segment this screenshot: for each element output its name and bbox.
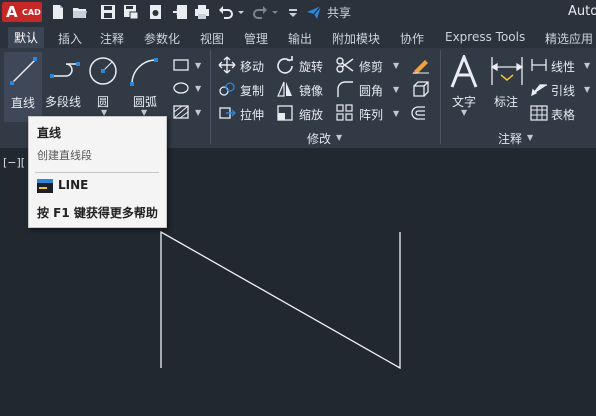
tab-output[interactable]: 输出	[288, 30, 312, 47]
annotation-panel-expand-icon[interactable]: ▼	[527, 133, 533, 142]
tooltip-help: 按 F1 键获得更多帮助	[37, 206, 158, 220]
mirror-icon[interactable]	[276, 80, 294, 98]
stretch-label[interactable]: 拉伸	[240, 106, 264, 123]
explode-icon[interactable]	[411, 80, 431, 98]
tooltip-description: 创建直线段	[37, 149, 92, 162]
tab-collaborate[interactable]: 协作	[400, 30, 424, 47]
redo-dropdown-icon[interactable]	[270, 4, 280, 20]
share-label[interactable]: 共享	[327, 4, 351, 21]
trim-icon[interactable]	[336, 56, 354, 74]
line-label: 直线	[11, 96, 36, 110]
offset-icon[interactable]	[411, 104, 431, 122]
tab-parametric[interactable]: 参数化	[144, 30, 180, 47]
rectangle-icon[interactable]	[172, 58, 190, 72]
panel-separator	[210, 50, 211, 144]
move-icon[interactable]	[218, 56, 236, 74]
table-icon[interactable]	[530, 105, 548, 121]
leader-dropdown-icon[interactable]: ▼	[584, 85, 590, 94]
undo-icon[interactable]	[218, 4, 234, 20]
move-label[interactable]: 移动	[240, 58, 264, 75]
tab-default[interactable]: 默认	[8, 27, 45, 48]
new-file-icon[interactable]	[50, 4, 66, 20]
array-icon[interactable]	[336, 104, 354, 122]
undo-dropdown-icon[interactable]	[236, 4, 246, 20]
app-logo[interactable]: A CAD	[2, 2, 42, 22]
app-logo-letter: A	[6, 3, 18, 21]
leader-label[interactable]: 引线	[551, 82, 575, 99]
dimension-label[interactable]: 标注	[494, 93, 518, 110]
linear-dropdown-icon[interactable]: ▼	[584, 61, 590, 70]
boundary-dropdown-icon[interactable]: ▼	[195, 108, 201, 117]
polyline-label[interactable]: 多段线	[45, 93, 81, 110]
rotate-icon[interactable]	[276, 56, 294, 74]
table-label[interactable]: 表格	[551, 106, 575, 123]
tooltip-title: 直线	[37, 126, 62, 140]
polyline-icon[interactable]	[48, 56, 82, 86]
trim-dropdown-icon[interactable]: ▼	[393, 61, 399, 70]
tab-featured-apps[interactable]: 精选应用	[545, 30, 593, 47]
command-line-icon	[37, 179, 53, 193]
tab-insert[interactable]: 插入	[58, 30, 82, 47]
redo-icon[interactable]	[252, 4, 268, 20]
circle-icon[interactable]	[86, 54, 120, 88]
text-icon[interactable]	[450, 55, 478, 89]
linear-label[interactable]: 线性	[551, 58, 575, 75]
modify-panel-title[interactable]: 修改	[307, 130, 331, 147]
tooltip-divider	[35, 172, 159, 173]
share-web-icon[interactable]	[148, 4, 164, 20]
tooltip-command: LINE	[58, 178, 89, 192]
tab-annotate[interactable]: 注释	[100, 30, 124, 47]
array-label[interactable]: 阵列	[359, 106, 383, 123]
tab-manage[interactable]: 管理	[244, 30, 268, 47]
share-icon[interactable]	[306, 4, 322, 20]
panel-separator	[440, 50, 441, 144]
linear-dimension-icon[interactable]	[530, 57, 548, 73]
import-icon[interactable]	[172, 4, 188, 20]
fillet-label[interactable]: 圆角	[359, 82, 383, 99]
array-dropdown-icon[interactable]: ▼	[393, 109, 399, 118]
boundary-icon[interactable]	[172, 104, 190, 120]
stretch-icon[interactable]	[218, 104, 236, 122]
customize-quick-access-icon[interactable]	[288, 4, 298, 20]
rectangle-dropdown-icon[interactable]: ▼	[195, 61, 201, 70]
line-tooltip: 直线 创建直线段 LINE 按 F1 键获得更多帮助	[28, 116, 167, 228]
tab-express-tools[interactable]: Express Tools	[445, 30, 525, 44]
app-logo-badge: CAD	[22, 8, 41, 17]
trim-label[interactable]: 修剪	[359, 58, 383, 75]
save-as-icon[interactable]	[123, 4, 139, 20]
erase-icon[interactable]	[411, 56, 431, 74]
scale-icon[interactable]	[276, 104, 294, 122]
copy-icon[interactable]	[218, 80, 236, 98]
drawn-line-segments	[160, 230, 401, 370]
arc-icon[interactable]	[126, 54, 162, 88]
modify-panel-expand-icon[interactable]: ▼	[336, 133, 342, 142]
print-icon[interactable]	[194, 4, 210, 20]
open-file-icon[interactable]	[72, 4, 88, 20]
annotation-panel-title[interactable]: 注释	[498, 130, 522, 147]
rotate-label[interactable]: 旋转	[299, 58, 323, 75]
window-title: Auto	[568, 4, 596, 19]
title-bar	[0, 0, 596, 26]
save-icon[interactable]	[100, 4, 116, 20]
hatch-icon[interactable]	[172, 80, 190, 96]
dimension-icon[interactable]	[489, 55, 525, 89]
copy-label[interactable]: 复制	[240, 82, 264, 99]
fillet-dropdown-icon[interactable]: ▼	[393, 85, 399, 94]
line-icon	[10, 57, 37, 85]
tab-addins[interactable]: 附加模块	[332, 30, 380, 47]
leader-icon[interactable]	[530, 81, 548, 97]
fillet-icon[interactable]	[336, 80, 354, 98]
line-button[interactable]: 直线	[4, 52, 42, 122]
mirror-label[interactable]: 镜像	[299, 82, 323, 99]
hatch-dropdown-icon[interactable]: ▼	[195, 84, 201, 93]
tab-view[interactable]: 视图	[200, 30, 224, 47]
scale-label[interactable]: 缩放	[299, 106, 323, 123]
text-dropdown-icon[interactable]: ▼	[461, 108, 467, 117]
